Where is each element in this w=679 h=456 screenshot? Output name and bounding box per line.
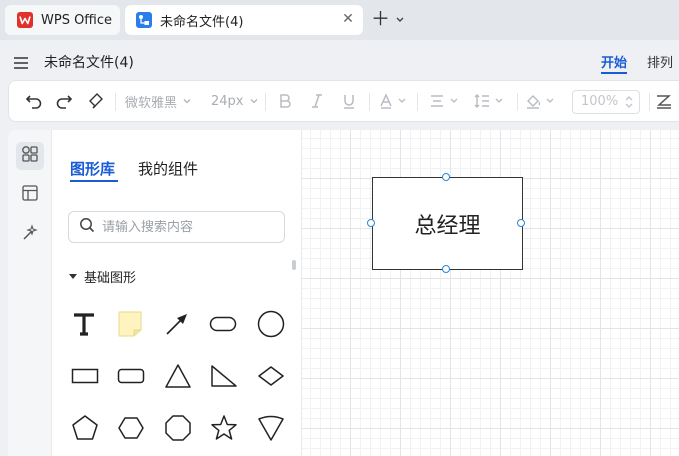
triangle-shape-icon[interactable] bbox=[158, 356, 198, 396]
toolbar-divider bbox=[417, 93, 418, 111]
inverted-triangle-shape-icon[interactable] bbox=[251, 408, 291, 448]
tab-arrange[interactable]: 排列 bbox=[647, 52, 673, 71]
hexagon-shape-icon[interactable] bbox=[111, 408, 151, 448]
zoom-stepper-icon[interactable] bbox=[624, 94, 634, 110]
star-shape-icon[interactable] bbox=[204, 408, 244, 448]
font-family-value: 微软雅黑 bbox=[125, 95, 178, 111]
rounded-rectangle-shape-icon[interactable] bbox=[111, 356, 151, 396]
font-family-select[interactable]: 微软雅黑 bbox=[125, 89, 193, 113]
tab-bar: WPS Office 未命名文件(4) ✕ ＋ bbox=[0, 0, 679, 40]
close-icon[interactable]: ✕ bbox=[341, 12, 355, 26]
arrow-shape-icon[interactable] bbox=[157, 304, 197, 344]
new-tab-plus-icon[interactable]: ＋ bbox=[371, 10, 390, 29]
active-panel-tab-indicator bbox=[70, 180, 118, 182]
tab-shape-library[interactable]: 图形库 bbox=[70, 158, 115, 179]
bold-icon[interactable] bbox=[277, 89, 293, 113]
magic-wand-icon bbox=[21, 224, 39, 246]
layout-icon bbox=[21, 184, 39, 206]
section-header-basic-shapes[interactable]: 基础图形 bbox=[69, 267, 136, 286]
resize-handle-top[interactable] bbox=[442, 173, 450, 181]
pentagon-shape-icon[interactable] bbox=[65, 408, 105, 448]
font-size-value: 24px bbox=[211, 93, 244, 109]
resize-handle-bottom[interactable] bbox=[442, 265, 450, 273]
italic-icon[interactable] bbox=[309, 89, 325, 113]
caret-down-icon bbox=[69, 274, 77, 279]
resize-handle-right[interactable] bbox=[517, 219, 525, 227]
document-title[interactable]: 未命名文件(4) bbox=[44, 52, 134, 72]
octagon-shape-icon[interactable] bbox=[158, 408, 198, 448]
formatting-toolbar: 微软雅黑 24px 100% bbox=[8, 80, 679, 122]
tab-wps-office[interactable]: WPS Office bbox=[5, 5, 120, 35]
tab-my-components[interactable]: 我的组件 bbox=[138, 158, 198, 179]
circle-shape-icon[interactable] bbox=[251, 304, 291, 344]
tab-start[interactable]: 开始 bbox=[601, 52, 627, 71]
note-shape-icon[interactable] bbox=[110, 304, 150, 344]
align-icon[interactable] bbox=[429, 89, 461, 113]
wps-logo-icon bbox=[17, 12, 33, 28]
undo-icon[interactable] bbox=[25, 89, 43, 113]
shape-library-panel: 图形库 我的组件 基础图形 bbox=[52, 130, 302, 456]
font-size-select[interactable]: 24px bbox=[211, 89, 260, 113]
side-rail bbox=[8, 130, 52, 456]
shapes-rail-button[interactable] bbox=[16, 142, 44, 170]
format-painter-icon[interactable] bbox=[87, 89, 105, 113]
toolbar-divider bbox=[115, 93, 116, 111]
shape-search-box[interactable] bbox=[68, 211, 285, 243]
rounded-rect-shape-icon[interactable] bbox=[203, 304, 243, 344]
tab-document-label: 未命名文件(4) bbox=[160, 14, 244, 30]
tab-wps-label: WPS Office bbox=[41, 12, 113, 28]
search-input[interactable] bbox=[102, 219, 272, 235]
right-triangle-shape-icon[interactable] bbox=[204, 356, 244, 396]
flowchart-file-icon bbox=[136, 12, 152, 28]
tab-document[interactable]: 未命名文件(4) ✕ bbox=[125, 5, 363, 35]
document-header: 未命名文件(4) 开始 排列 bbox=[0, 40, 679, 80]
fill-color-icon[interactable] bbox=[525, 89, 557, 113]
resize-handle-left[interactable] bbox=[367, 219, 375, 227]
diamond-shape-icon[interactable] bbox=[251, 356, 291, 396]
line-spacing-icon[interactable] bbox=[473, 89, 505, 113]
rectangle-shape-icon[interactable] bbox=[65, 356, 105, 396]
active-tab-indicator bbox=[601, 72, 627, 74]
font-color-icon[interactable] bbox=[379, 89, 409, 113]
zoom-value: 100% bbox=[581, 94, 619, 109]
toolbar-divider bbox=[369, 93, 370, 111]
zoom-input[interactable]: 100% bbox=[572, 90, 640, 114]
toolbar-divider bbox=[649, 93, 650, 111]
section-title: 基础图形 bbox=[84, 271, 137, 286]
hamburger-menu-icon[interactable] bbox=[14, 54, 28, 69]
org-chart-node[interactable]: 总经理 bbox=[372, 177, 523, 270]
search-icon bbox=[79, 217, 95, 237]
panel-scrollbar[interactable] bbox=[292, 260, 296, 270]
node-text[interactable]: 总经理 bbox=[414, 208, 480, 240]
underline-icon[interactable] bbox=[341, 89, 357, 113]
drawing-canvas[interactable]: 总经理 bbox=[302, 130, 679, 456]
template-rail-button[interactable] bbox=[16, 181, 44, 209]
toolbar-divider bbox=[265, 93, 266, 111]
chevron-down-icon[interactable] bbox=[394, 10, 406, 30]
ai-rail-button[interactable] bbox=[16, 221, 44, 249]
text-style-icon[interactable] bbox=[655, 89, 673, 113]
shapes-icon bbox=[21, 145, 39, 167]
toolbar-divider bbox=[517, 93, 518, 111]
text-shape-icon[interactable] bbox=[64, 304, 104, 344]
redo-icon[interactable] bbox=[55, 89, 73, 113]
